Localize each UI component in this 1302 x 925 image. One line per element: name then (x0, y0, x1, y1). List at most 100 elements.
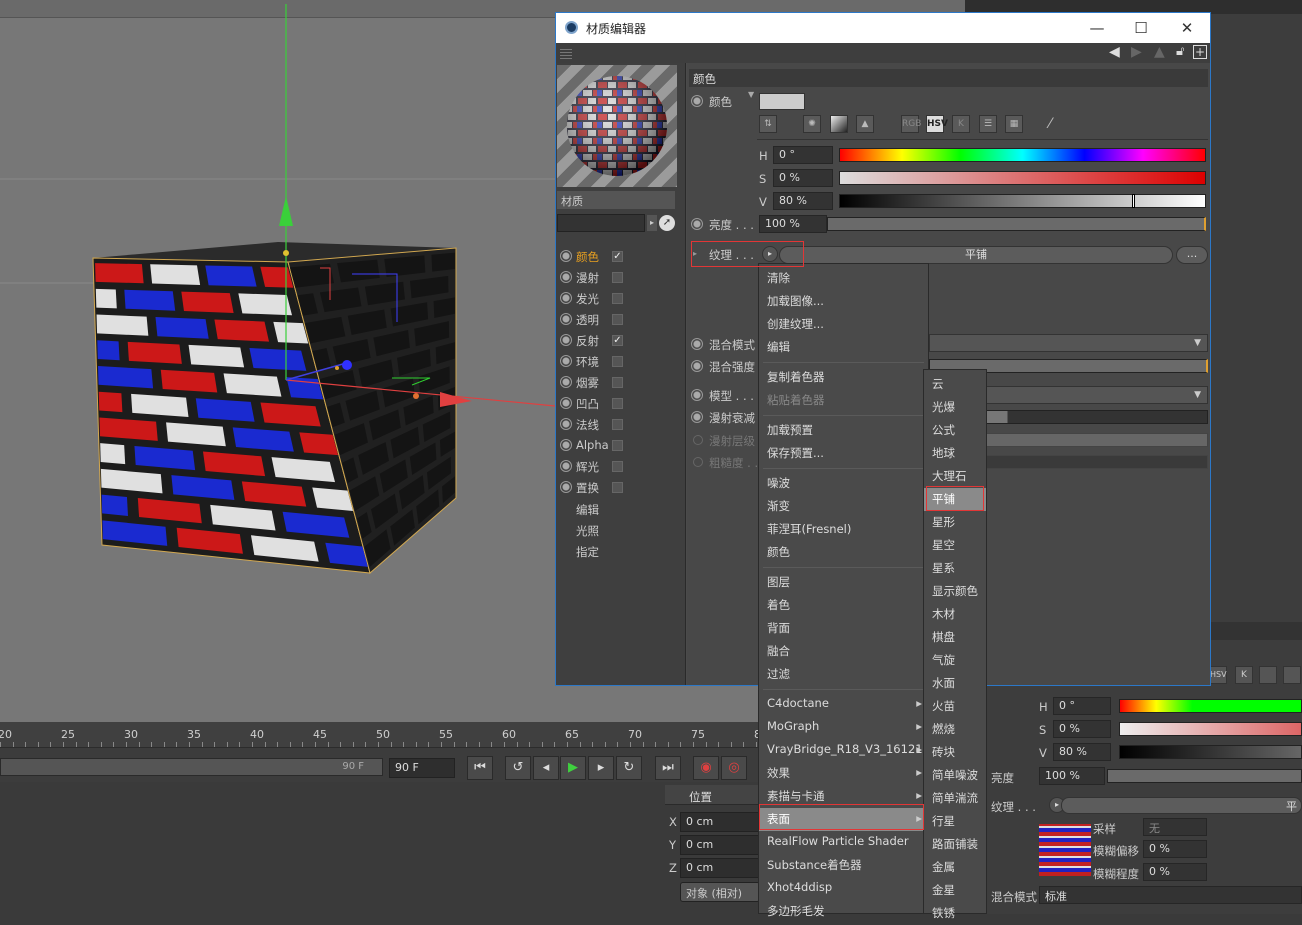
menu-item[interactable]: 加载预置 (759, 419, 928, 442)
menu-item[interactable]: 着色 (759, 594, 928, 617)
up-arrow-icon[interactable]: ▲ (1154, 44, 1165, 60)
sliders-icon[interactable]: ☰ (979, 115, 997, 133)
submenu-item[interactable]: 金星 (924, 879, 986, 902)
bg-value-bar[interactable] (1119, 745, 1302, 759)
channel-item[interactable]: 发光 (558, 290, 682, 308)
menu-item[interactable]: 过滤 (759, 663, 928, 686)
submenu-item[interactable]: 金属 (924, 856, 986, 879)
channel-anim-radio[interactable] (560, 334, 572, 346)
submenu-item[interactable]: 云 (924, 373, 986, 396)
color-dropdown-icon[interactable]: ▼ (748, 90, 754, 99)
channel-checkbox[interactable]: ✓ (612, 335, 623, 346)
submenu-item[interactable]: 星空 (924, 534, 986, 557)
prev-key-icon[interactable]: ↺ (505, 756, 531, 780)
channel-extra-item[interactable]: 编辑 (576, 502, 599, 518)
submenu-item[interactable]: 大理石 (924, 465, 986, 488)
pick-cursor-icon[interactable]: ➚ (659, 215, 675, 231)
channel-checkbox[interactable] (612, 356, 623, 367)
submenu-item[interactable]: 水面 (924, 672, 986, 695)
menu-item[interactable]: 复制着色器 (759, 366, 928, 389)
channel-item[interactable]: 置换 (558, 479, 682, 497)
timeline[interactable]: 20253035404550556065707580 90 F 90 F ⏮ ↺… (0, 722, 768, 782)
submenu-item[interactable]: 光爆 (924, 396, 986, 419)
value-field[interactable]: 80 % (773, 192, 833, 210)
bg-blur-amount-field[interactable]: 0 % (1143, 863, 1207, 881)
submenu-item[interactable]: 显示颜色 (924, 580, 986, 603)
channel-anim-radio[interactable] (560, 355, 572, 367)
bg-h-field[interactable]: 0 ° (1053, 697, 1111, 715)
texture-expand-icon[interactable]: ▸ (693, 249, 697, 258)
menu-item[interactable]: 加载图像... (759, 290, 928, 313)
menu-item[interactable]: 保存预置... (759, 442, 928, 465)
channel-alpha[interactable]: Alpha (558, 437, 682, 455)
model-radio[interactable] (691, 389, 703, 401)
channel-item[interactable]: 漫射 (558, 269, 682, 287)
channel-search-input[interactable] (557, 214, 645, 232)
menu-item[interactable]: 图层 (759, 571, 928, 594)
channel-item[interactable]: 反射 ✓ (558, 332, 682, 350)
end-frame-field[interactable]: 90 F (389, 758, 455, 778)
menu-item[interactable]: 编辑 (759, 336, 928, 359)
menu-item[interactable]: 效果 (759, 762, 928, 785)
submenu-item[interactable]: 砖块 (924, 741, 986, 764)
brightness-field[interactable]: 100 % (759, 215, 827, 233)
menu-item[interactable]: 渐变 (759, 495, 928, 518)
new-window-icon[interactable]: + (1193, 45, 1207, 59)
submenu-item[interactable]: 燃烧 (924, 718, 986, 741)
menu-item[interactable]: 背面 (759, 617, 928, 640)
channel-checkbox[interactable] (612, 272, 623, 283)
submenu-item[interactable]: 棋盘 (924, 626, 986, 649)
color-anim-radio[interactable] (691, 95, 703, 107)
swatches-icon[interactable]: ▦ (1005, 115, 1023, 133)
material-preview[interactable] (557, 65, 677, 187)
submenu-item[interactable]: 简单噪波 (924, 764, 986, 787)
back-arrow-icon[interactable]: ◀ (1109, 44, 1120, 60)
submenu-item[interactable]: 平铺 (924, 488, 986, 511)
editor-titlebar[interactable]: 材质编辑器 — ☐ ✕ (556, 13, 1210, 43)
value-slider-knob[interactable] (1132, 194, 1135, 208)
channel-item[interactable]: 颜色 ✓ (558, 248, 682, 266)
autokey-icon[interactable]: ◎ (721, 756, 747, 780)
channel-anim-radio[interactable] (560, 418, 572, 430)
brightness-slider[interactable] (827, 217, 1206, 231)
submenu-item[interactable]: 路面铺装 (924, 833, 986, 856)
submenu-item[interactable]: 简单湍流 (924, 787, 986, 810)
bg-k-button[interactable]: K (1235, 666, 1253, 684)
menu-item[interactable]: 多边形毛发 (759, 900, 928, 923)
mix-mode-radio[interactable] (691, 338, 703, 350)
timeline-range-bar[interactable]: 90 F (0, 758, 383, 776)
value-slider[interactable] (839, 194, 1206, 208)
minimize-button[interactable]: — (1084, 17, 1110, 39)
texture-menu-button[interactable]: ▸ (762, 246, 778, 262)
menu-item[interactable]: 清除 (759, 267, 928, 290)
bg-blur-offset-field[interactable]: 0 % (1143, 840, 1207, 858)
menu-item[interactable]: Xhot4ddisp (759, 877, 928, 900)
channel-checkbox[interactable]: ✓ (612, 251, 623, 262)
channel-anim-radio[interactable] (560, 271, 572, 283)
submenu-item[interactable]: 公式 (924, 419, 986, 442)
submenu-item[interactable]: 地球 (924, 442, 986, 465)
mix-mode-select[interactable]: ▼ (929, 334, 1208, 352)
lock-icon[interactable]: 🔓︎ (1176, 44, 1184, 59)
forward-arrow-icon[interactable]: ▶ (1131, 44, 1142, 60)
channel-checkbox[interactable] (612, 293, 623, 304)
color-picker-mode-icon[interactable]: ⇅ (759, 115, 777, 133)
bg-hsv-button[interactable]: HSV (1209, 666, 1227, 684)
bg-texture-button[interactable]: 平 (1061, 797, 1302, 814)
channel-item[interactable]: 法线 (558, 416, 682, 434)
channel-item[interactable]: 辉光 (558, 458, 682, 476)
saturation-field[interactable]: 0 % (773, 169, 833, 187)
channel-anim-radio[interactable] (560, 481, 572, 493)
texture-more-button[interactable]: ... (1176, 246, 1208, 264)
spectrum-icon[interactable] (830, 115, 848, 133)
bg-mix-mode-select[interactable]: 标准 (1039, 886, 1302, 904)
channel-anim-radio[interactable] (560, 460, 572, 472)
position-y-field[interactable]: 0 cm (680, 835, 760, 855)
submenu-item[interactable]: 气旋 (924, 649, 986, 672)
menu-item[interactable]: 表面 (759, 808, 928, 831)
timeline-ruler[interactable]: 20253035404550556065707580 (0, 722, 768, 748)
channel-checkbox[interactable] (612, 314, 623, 325)
menu-item[interactable]: 颜色 (759, 541, 928, 564)
channel-extra-item[interactable]: 指定 (576, 544, 599, 560)
channel-item[interactable]: 透明 (558, 311, 682, 329)
